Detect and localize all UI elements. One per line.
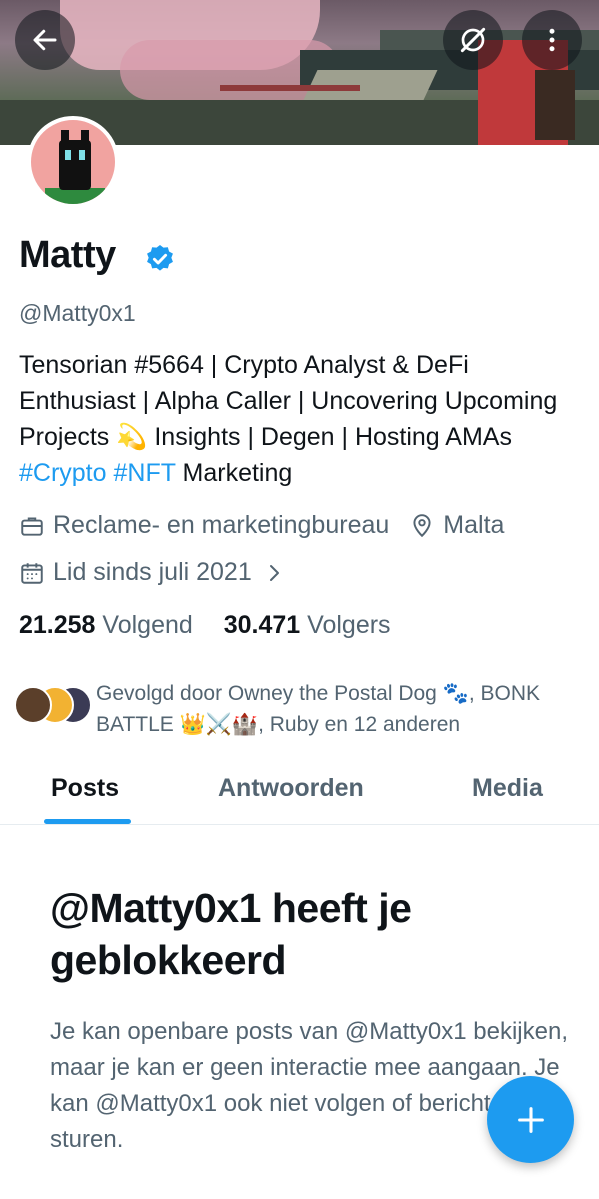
- avatar-eye: [65, 150, 71, 160]
- blocked-title: @Matty0x1 heeft je geblokkeerd: [50, 885, 412, 983]
- joined-label: Lid sinds juli 2021: [53, 558, 252, 586]
- chevron-right-icon: [269, 564, 279, 581]
- bio-space: [107, 459, 114, 487]
- tab-media[interactable]: Media: [472, 774, 543, 803]
- location-label: Malta: [443, 511, 505, 539]
- profile-bio: Tensorian #5664 | Crypto Analyst & DeFi …: [19, 347, 579, 491]
- banner-rail: [220, 85, 360, 91]
- tab-posts[interactable]: Posts: [51, 774, 119, 803]
- calendar-icon: [21, 562, 43, 584]
- bio-text: Insights | Degen | Hosting AMAs: [147, 423, 512, 451]
- grok-button[interactable]: [443, 10, 503, 70]
- avatar-figure: [59, 140, 91, 190]
- following-label: Volgend: [102, 611, 193, 639]
- joined-row[interactable]: Lid sinds juli 2021: [19, 558, 286, 587]
- profile-meta-row: Reclame- en marketingbureau Malta: [19, 511, 504, 540]
- follow-stats: 21.258 Volgend 30.471 Volgers: [19, 611, 391, 640]
- compose-button[interactable]: [487, 1076, 574, 1163]
- hashtag-nft-link[interactable]: #NFT: [114, 459, 176, 487]
- more-vertical-icon: [549, 28, 555, 52]
- bio-emoji: 💫: [116, 423, 148, 451]
- profile-tabs: Posts Antwoorden Media: [0, 760, 599, 825]
- more-options-button[interactable]: [522, 10, 582, 70]
- following-count: 21.258: [19, 611, 96, 639]
- following-link[interactable]: 21.258 Volgend: [19, 611, 193, 639]
- profile-handle: @Matty0x1: [19, 300, 136, 326]
- hashtag-crypto-link[interactable]: #Crypto: [19, 459, 107, 487]
- category-item: Reclame- en marketingbureau: [19, 511, 389, 540]
- arrow-left-icon: [33, 29, 57, 51]
- follower-avatar: [14, 686, 52, 724]
- bio-text: Marketing: [175, 459, 293, 487]
- grok-slash-icon: [460, 27, 486, 53]
- banner-door: [535, 70, 575, 140]
- location-pin-icon: [413, 513, 431, 537]
- avatar[interactable]: [27, 116, 119, 208]
- avatar-base: [45, 188, 105, 204]
- tab-replies[interactable]: Antwoorden: [218, 774, 364, 803]
- briefcase-icon: [21, 516, 43, 536]
- followers-link[interactable]: 30.471 Volgers: [224, 611, 391, 639]
- active-tab-indicator: [44, 819, 131, 824]
- profile-name: Matty: [19, 234, 116, 276]
- location-item: Malta: [409, 511, 504, 540]
- followers-label: Volgers: [307, 611, 391, 639]
- avatar-eye: [79, 150, 85, 160]
- back-button[interactable]: [15, 10, 75, 70]
- plus-icon: [517, 1106, 544, 1133]
- verified-badge-icon[interactable]: [144, 243, 176, 275]
- category-label: Reclame- en marketingbureau: [53, 511, 390, 539]
- followed-by-text: Gevolgd door Owney the Postal Dog 🐾, BON…: [96, 682, 541, 736]
- followers-count: 30.471: [223, 611, 301, 639]
